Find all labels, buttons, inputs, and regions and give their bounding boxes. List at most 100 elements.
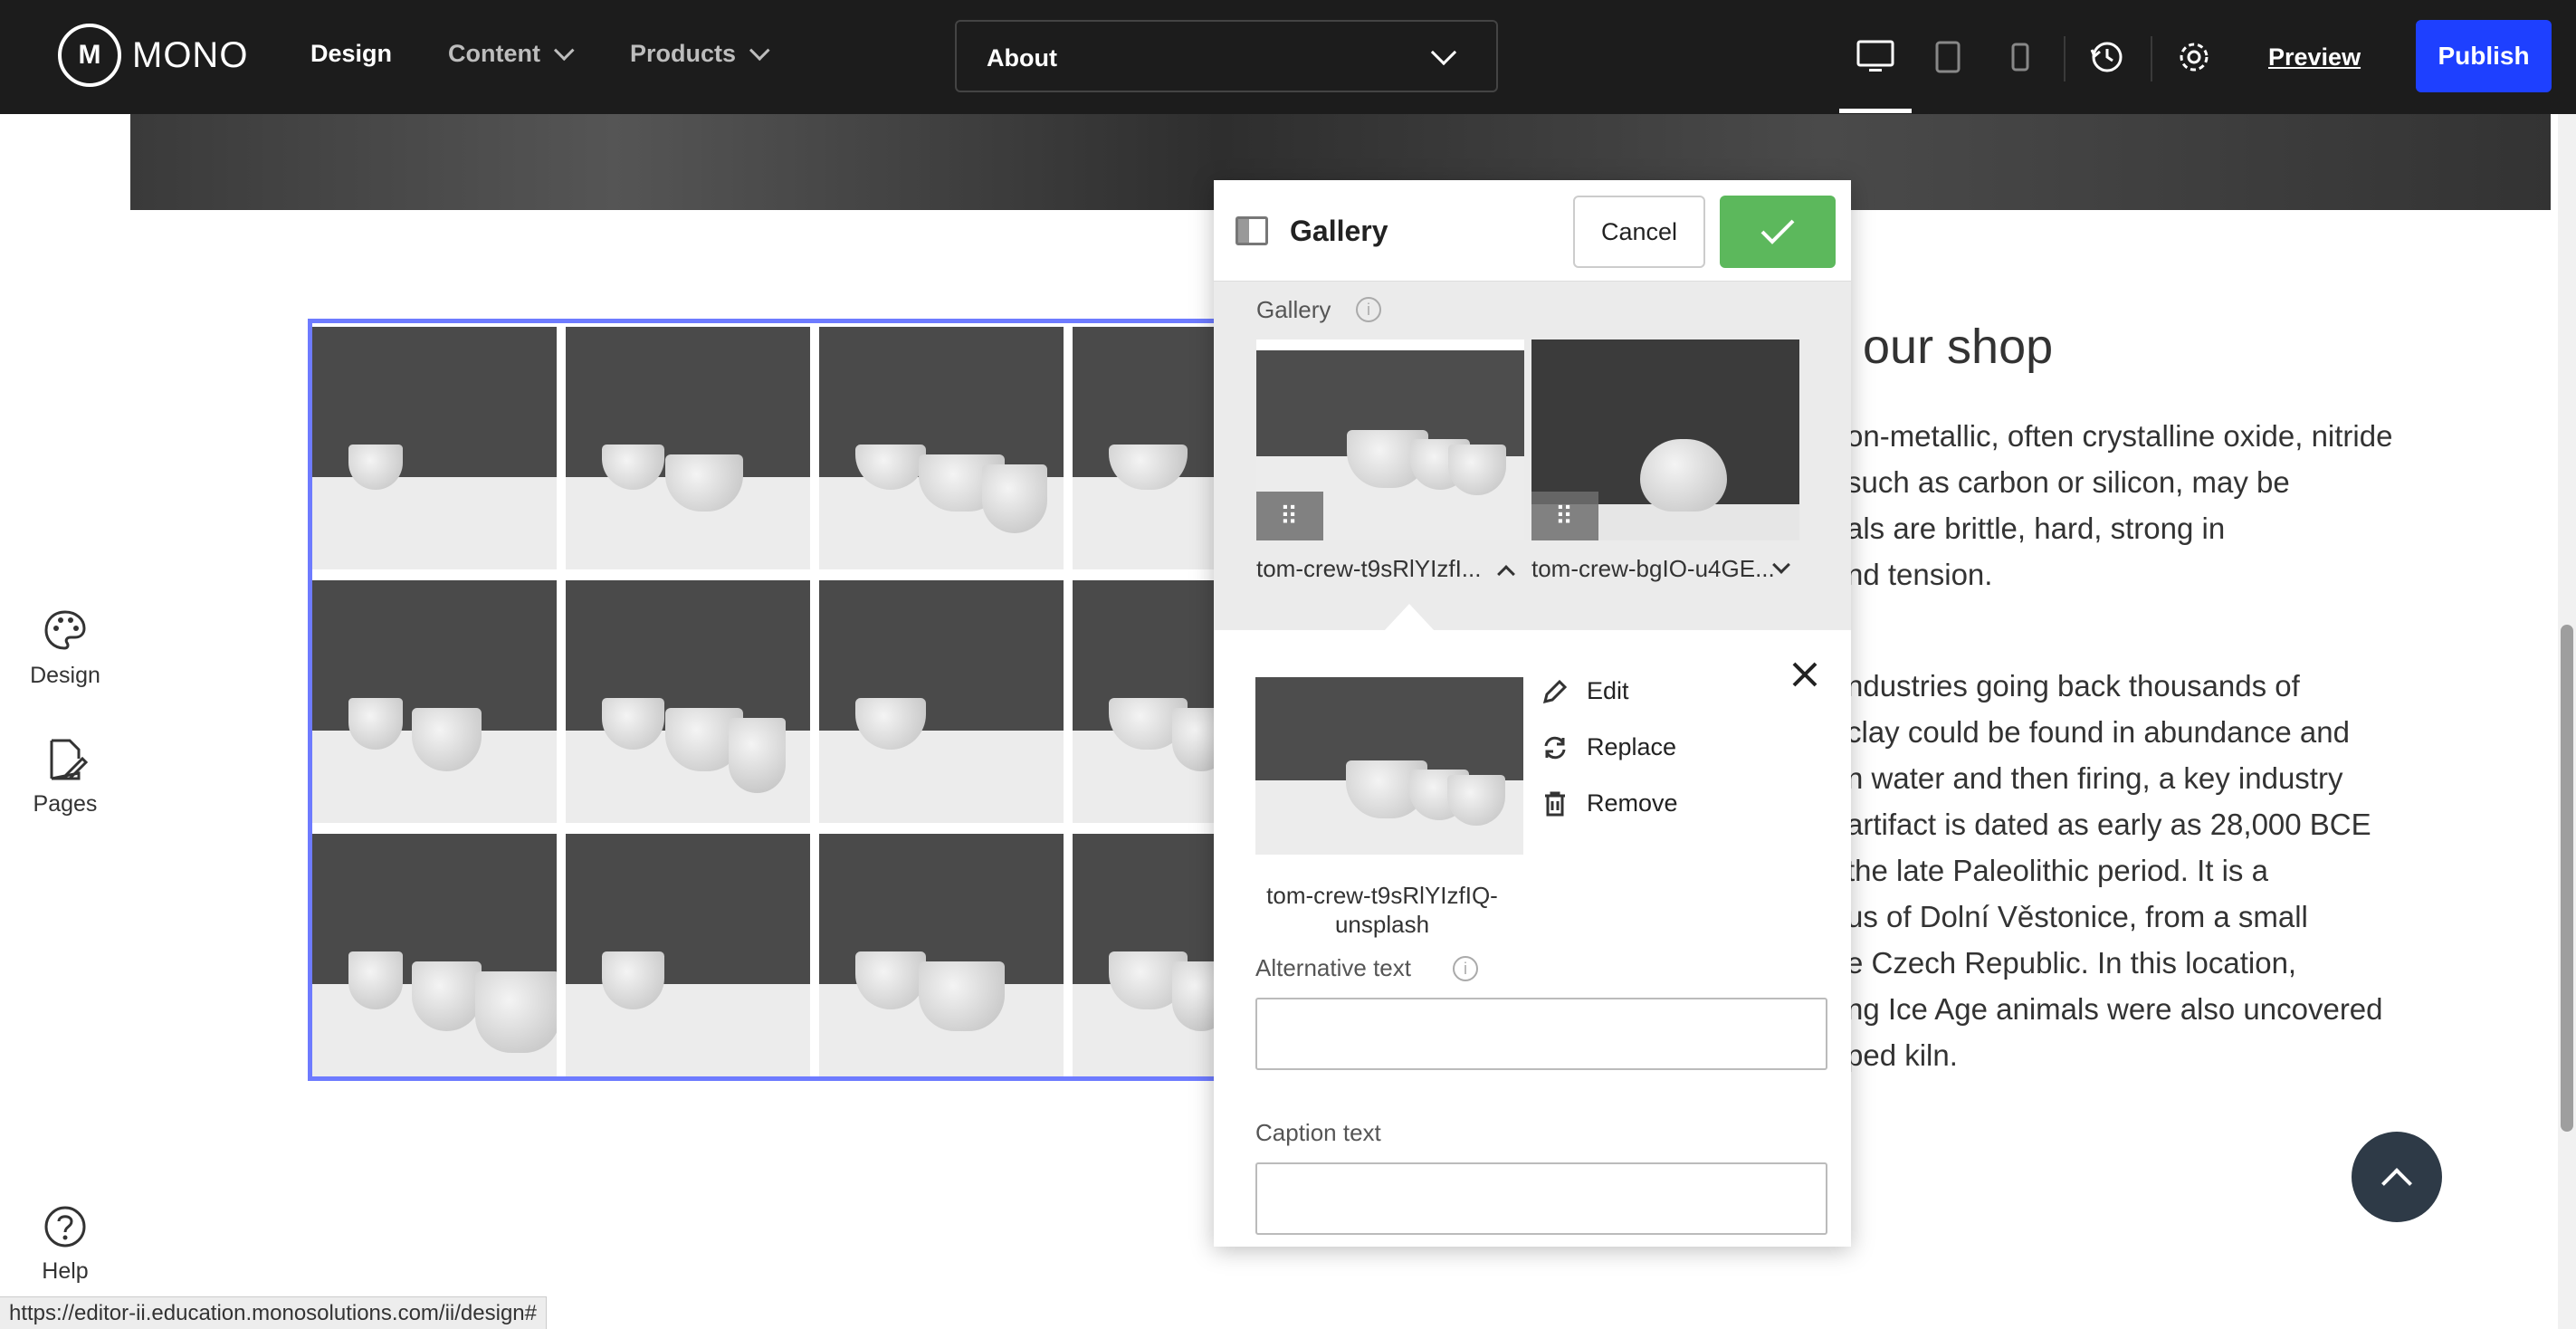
info-icon[interactable]: i bbox=[1356, 297, 1381, 322]
caption-text-label: Caption text bbox=[1255, 1119, 1381, 1146]
cancel-button[interactable]: Cancel bbox=[1573, 196, 1705, 268]
paragraph-line: artifact is dated as early as 28,000 BCE bbox=[1846, 808, 2371, 841]
paragraph-line: nd tension. bbox=[1846, 558, 1993, 591]
gallery-grid-image[interactable] bbox=[819, 834, 1064, 1076]
pottery bbox=[475, 971, 557, 1053]
gallery-grid-image[interactable] bbox=[566, 580, 810, 823]
pottery bbox=[729, 718, 786, 793]
gallery-label: Gallery bbox=[1256, 296, 1331, 323]
photo-table bbox=[566, 984, 810, 1076]
nav-products-label: Products bbox=[630, 40, 737, 67]
paragraph-line: ped kiln. bbox=[1846, 1038, 1958, 1072]
tablet-view-button[interactable] bbox=[1912, 27, 1984, 87]
rail-help-label: Help bbox=[42, 1258, 89, 1284]
paragraph-line: als are brittle, hard, strong in bbox=[1846, 512, 2226, 545]
pottery bbox=[348, 951, 403, 1009]
photo-table bbox=[312, 477, 557, 569]
section-heading: our shop bbox=[1863, 320, 2054, 374]
gallery-item-thumb[interactable]: ⠿ bbox=[1531, 339, 1799, 540]
gallery-grid-image[interactable] bbox=[566, 327, 810, 569]
divider bbox=[2151, 36, 2152, 81]
preview-link[interactable]: Preview bbox=[2268, 43, 2361, 72]
paragraph-line: clay could be found in abundance and bbox=[1846, 715, 2350, 749]
paragraph-line: ndustries going back thousands of bbox=[1846, 669, 2300, 703]
palette-icon bbox=[44, 610, 86, 650]
caption-line: unsplash bbox=[1334, 911, 1430, 938]
drag-handle-icon[interactable]: ⠿ bbox=[1531, 492, 1598, 540]
pages-icon bbox=[50, 739, 88, 780]
nav-products[interactable]: Products bbox=[630, 39, 770, 68]
confirm-button[interactable] bbox=[1720, 196, 1836, 268]
scroll-to-top-button[interactable] bbox=[2352, 1132, 2442, 1222]
replace-label: Replace bbox=[1587, 733, 1677, 760]
chevron-down-icon bbox=[1430, 39, 1457, 66]
caption-text-input[interactable] bbox=[1255, 1162, 1827, 1235]
chevron-down-icon[interactable] bbox=[1772, 556, 1790, 574]
logo-mark-icon: M bbox=[58, 24, 121, 87]
panel-header: Gallery Cancel bbox=[1214, 180, 1851, 282]
mobile-icon bbox=[2011, 43, 2029, 72]
mobile-view-button[interactable] bbox=[1984, 27, 2056, 87]
desktop-view-button[interactable] bbox=[1839, 27, 1912, 87]
rail-pages-label: Pages bbox=[33, 791, 98, 817]
gear-icon bbox=[2180, 43, 2209, 72]
help-icon bbox=[44, 1206, 86, 1248]
info-icon[interactable]: i bbox=[1453, 956, 1478, 981]
rail-pages[interactable]: Pages bbox=[0, 737, 130, 817]
alt-text-input[interactable] bbox=[1255, 998, 1827, 1070]
chevron-down-icon bbox=[553, 39, 575, 61]
selected-border bbox=[1256, 339, 1524, 350]
replace-icon bbox=[1544, 736, 1566, 759]
trash-icon bbox=[1545, 791, 1565, 816]
selected-image-caption: tom-crew-t9sRlYIzfIQ- unsplash bbox=[1248, 881, 1516, 939]
pottery bbox=[412, 961, 482, 1031]
remove-label: Remove bbox=[1587, 789, 1678, 817]
scrollbar-thumb[interactable] bbox=[2561, 625, 2573, 1132]
history-button[interactable] bbox=[2071, 27, 2143, 87]
nav-content[interactable]: Content bbox=[448, 39, 575, 68]
remove-action[interactable]: Remove bbox=[1541, 789, 1678, 817]
replace-action[interactable]: Replace bbox=[1541, 733, 1676, 761]
top-bar: M MONO Design Content Products About Pre… bbox=[0, 0, 2576, 114]
publish-button[interactable]: Publish bbox=[2416, 20, 2552, 92]
alt-text-label: Alternative text bbox=[1255, 954, 1411, 981]
edit-action[interactable]: Edit bbox=[1541, 677, 1629, 705]
gallery-grid-image[interactable] bbox=[566, 834, 810, 1076]
popover-pointer bbox=[1384, 604, 1435, 631]
pencil-icon bbox=[1542, 679, 1568, 703]
paragraph-line: ng Ice Age animals were also uncovered bbox=[1846, 992, 2383, 1026]
gallery-grid-image[interactable] bbox=[819, 580, 1064, 823]
photo-table bbox=[819, 731, 1064, 823]
chevron-up-icon bbox=[2381, 1168, 2412, 1200]
paragraph-line: us of Dolní Věstonice, from a small bbox=[1846, 900, 2308, 933]
selected-image-preview bbox=[1255, 677, 1523, 855]
rail-design[interactable]: Design bbox=[0, 608, 130, 689]
panel-title: Gallery bbox=[1290, 215, 1388, 247]
gallery-item-thumb[interactable]: ⠿ bbox=[1256, 339, 1524, 540]
paragraph-line: the late Paleolithic period. It is a bbox=[1846, 854, 2268, 887]
rail-help[interactable]: Help bbox=[0, 1204, 130, 1285]
tablet-icon bbox=[1935, 41, 1961, 73]
paragraph-line: such as carbon or silicon, may be bbox=[1846, 465, 2290, 499]
pottery bbox=[919, 961, 1005, 1031]
panel-layout-icon bbox=[1236, 216, 1268, 245]
paragraph-line: e Czech Republic. In this location, bbox=[1846, 946, 2297, 980]
logo[interactable]: M MONO bbox=[58, 24, 248, 87]
drag-handle-icon[interactable]: ⠿ bbox=[1256, 492, 1323, 540]
gallery-item-name: tom-crew-bgIO-u4GE... bbox=[1531, 555, 1775, 582]
close-icon[interactable] bbox=[1789, 659, 1820, 690]
nav-design[interactable]: Design bbox=[310, 40, 392, 68]
chevron-up-icon[interactable] bbox=[1497, 565, 1515, 583]
gallery-grid-image[interactable] bbox=[312, 327, 557, 569]
page-selector-value: About bbox=[987, 44, 1057, 72]
divider bbox=[2064, 36, 2066, 81]
status-bar-url: https://editor-ii.education.monosolution… bbox=[0, 1296, 547, 1329]
settings-button[interactable] bbox=[2158, 27, 2230, 87]
pottery bbox=[982, 464, 1047, 533]
page-selector[interactable]: About bbox=[955, 20, 1498, 92]
gallery-grid-image[interactable] bbox=[312, 580, 557, 823]
logo-text: MONO bbox=[132, 34, 249, 75]
gallery-grid-image[interactable] bbox=[312, 834, 557, 1076]
gallery-grid-image[interactable] bbox=[819, 327, 1064, 569]
gallery-block[interactable] bbox=[308, 319, 1317, 1081]
